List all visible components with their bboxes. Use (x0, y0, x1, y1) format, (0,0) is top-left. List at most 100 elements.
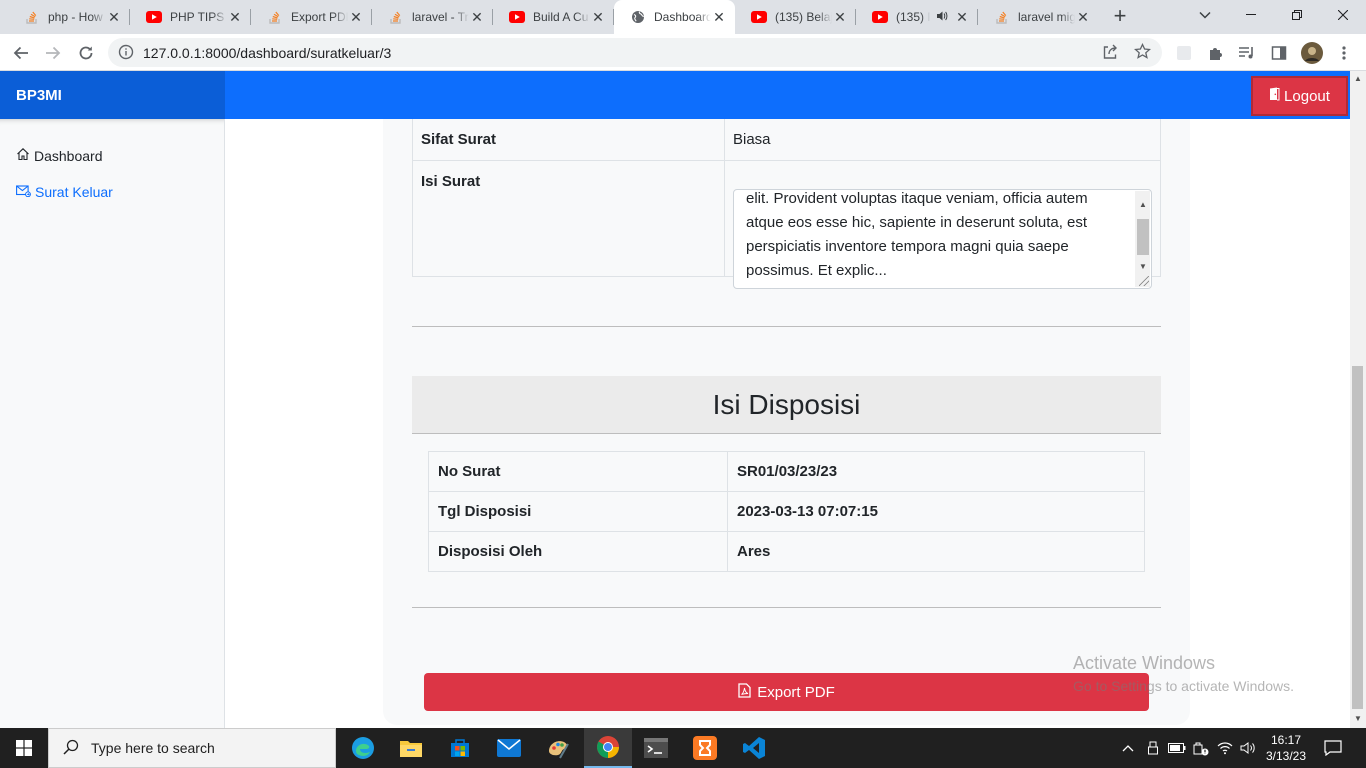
edge-icon[interactable] (339, 728, 387, 768)
scroll-up-arrow-icon[interactable]: ▲ (1354, 74, 1362, 83)
table-row: Sifat Surat Biasa (412, 118, 1161, 161)
logout-button[interactable]: Logout (1251, 76, 1348, 116)
new-tab-button[interactable]: + (1108, 5, 1132, 29)
tab-8[interactable]: (135) F ✕ (856, 0, 978, 34)
stackoverflow-icon (24, 9, 40, 25)
close-tab-icon[interactable]: ✕ (227, 9, 243, 25)
door-icon (1269, 87, 1280, 105)
scroll-down-arrow-icon[interactable]: ▼ (1354, 714, 1362, 723)
battery-icon[interactable] (1165, 728, 1189, 768)
disposisi-oleh-value: Ares (727, 531, 1145, 572)
resize-handle-icon[interactable] (1139, 276, 1149, 286)
web-page: Sifat Surat Biasa Isi Surat elit. Provid… (0, 71, 1366, 728)
tab-9[interactable]: laravel mig ✕ (978, 0, 1099, 34)
tab-search-chevron-icon[interactable] (1182, 0, 1228, 30)
brand-logo[interactable]: BP3MI (0, 71, 225, 119)
disposisi-table: No Surat SR01/03/23/23 Tgl Disposisi 202… (428, 451, 1145, 572)
close-tab-icon[interactable]: ✕ (469, 9, 485, 25)
youtube-icon (872, 9, 888, 25)
isi-surat-label: Isi Surat (412, 160, 725, 277)
profile-avatar[interactable] (1301, 42, 1323, 64)
address-bar[interactable]: 127.0.0.1:8000/dashboard/suratkeluar/3 (108, 38, 1162, 67)
tab-5[interactable]: Build A Cu ✕ (493, 0, 614, 34)
page-scrollbar[interactable]: ▲ ▼ (1350, 71, 1366, 728)
isi-surat-text: elit. Provident voluptas itaque veniam, … (746, 190, 1088, 279)
extension-placeholder-icon[interactable] (1175, 44, 1193, 62)
tab-2[interactable]: PHP TIPS - ✕ (130, 0, 251, 34)
table-row: Tgl Disposisi 2023-03-13 07:07:15 (428, 491, 1145, 532)
share-icon[interactable] (1102, 44, 1118, 65)
textarea-scrollbar[interactable]: ▲ ▼ (1135, 191, 1150, 287)
volume-icon[interactable] (1238, 728, 1258, 768)
no-surat-label: No Surat (428, 451, 728, 492)
paint-app-icon[interactable] (534, 728, 582, 768)
sidebar: Dashboard Surat Keluar (0, 119, 225, 728)
youtube-icon (509, 9, 525, 25)
chrome-icon[interactable] (584, 728, 632, 768)
divider (412, 607, 1161, 608)
youtube-icon (146, 9, 162, 25)
back-arrow-icon[interactable] (8, 40, 34, 66)
mail-app-icon[interactable] (485, 728, 533, 768)
tab-1[interactable]: php - How ✕ (8, 0, 130, 34)
scroll-thumb[interactable] (1352, 366, 1363, 709)
terminal-icon[interactable] (632, 728, 680, 768)
close-tab-icon[interactable]: ✕ (106, 9, 122, 25)
stackoverflow-icon (994, 9, 1010, 25)
notification-icon[interactable] (1318, 728, 1348, 768)
speaker-icon[interactable] (936, 10, 948, 25)
main-content: Sifat Surat Biasa Isi Surat elit. Provid… (225, 89, 1350, 728)
bookmark-star-icon[interactable] (1133, 42, 1152, 65)
system-clock[interactable]: 16:17 3/13/23 (1258, 732, 1314, 764)
export-pdf-button[interactable]: Export PDF (424, 673, 1149, 711)
forward-arrow-icon[interactable] (40, 40, 66, 66)
extensions-puzzle-icon[interactable] (1207, 44, 1225, 62)
close-tab-icon[interactable]: ✕ (348, 9, 364, 25)
close-tab-icon[interactable]: ✕ (711, 9, 727, 25)
wifi-icon[interactable] (1214, 728, 1236, 768)
top-navbar: BP3MI Logout (0, 71, 1350, 119)
close-tab-icon[interactable]: ✕ (1075, 9, 1091, 25)
info-icon[interactable] (118, 44, 134, 65)
windows-start-icon[interactable] (0, 728, 48, 768)
close-tab-icon[interactable]: ✕ (832, 9, 848, 25)
tab-6-active[interactable]: Dashboard ✕ (614, 0, 735, 34)
microsoft-store-icon[interactable] (436, 728, 484, 768)
scroll-up-arrow-icon[interactable]: ▲ (1139, 193, 1147, 217)
restore-button[interactable] (1274, 0, 1320, 30)
isi-surat-textarea[interactable]: elit. Provident voluptas itaque veniam, … (733, 189, 1152, 289)
tab-3[interactable]: Export PDF ✕ (251, 0, 372, 34)
show-hidden-icons-chevron-icon[interactable] (1118, 728, 1138, 768)
logout-label: Logout (1284, 87, 1330, 105)
table-row: No Surat SR01/03/23/23 (428, 451, 1145, 492)
xampp-icon[interactable] (681, 728, 729, 768)
tab-7[interactable]: (135) Belaj ✕ (735, 0, 856, 34)
clock-time: 16:17 (1270, 733, 1302, 747)
file-pdf-icon (738, 682, 751, 702)
close-tab-icon[interactable]: ✕ (590, 9, 606, 25)
close-tab-icon[interactable]: ✕ (954, 9, 970, 25)
usb-device-icon[interactable] (1142, 728, 1164, 768)
sidebar-item-surat-keluar[interactable]: Surat Keluar (16, 184, 113, 200)
no-surat-value: SR01/03/23/23 (727, 451, 1145, 492)
divider (412, 326, 1161, 327)
mail-icon (16, 184, 31, 200)
media-control-icon[interactable] (1238, 44, 1256, 62)
tab-4[interactable]: laravel - Tr ✕ (372, 0, 493, 34)
globe-icon (630, 9, 646, 25)
surat-detail-card: Sifat Surat Biasa Isi Surat elit. Provid… (383, 89, 1190, 725)
close-window-button[interactable] (1320, 0, 1366, 30)
file-explorer-icon[interactable] (387, 728, 435, 768)
taskbar-search-box[interactable]: Type here to search (48, 728, 336, 768)
browser-toolbar: 127.0.0.1:8000/dashboard/suratkeluar/3 (0, 34, 1366, 71)
export-pdf-label: Export PDF (757, 683, 835, 701)
youtube-icon (751, 9, 767, 25)
chrome-menu-icon[interactable] (1335, 44, 1353, 62)
vscode-icon[interactable] (730, 728, 778, 768)
reload-icon[interactable] (73, 40, 99, 66)
scroll-thumb[interactable] (1137, 219, 1149, 255)
minimize-button[interactable] (1228, 0, 1274, 30)
side-panel-icon[interactable] (1270, 44, 1288, 62)
network-status-icon[interactable] (1190, 728, 1212, 768)
sidebar-item-dashboard[interactable]: Dashboard (16, 147, 103, 164)
